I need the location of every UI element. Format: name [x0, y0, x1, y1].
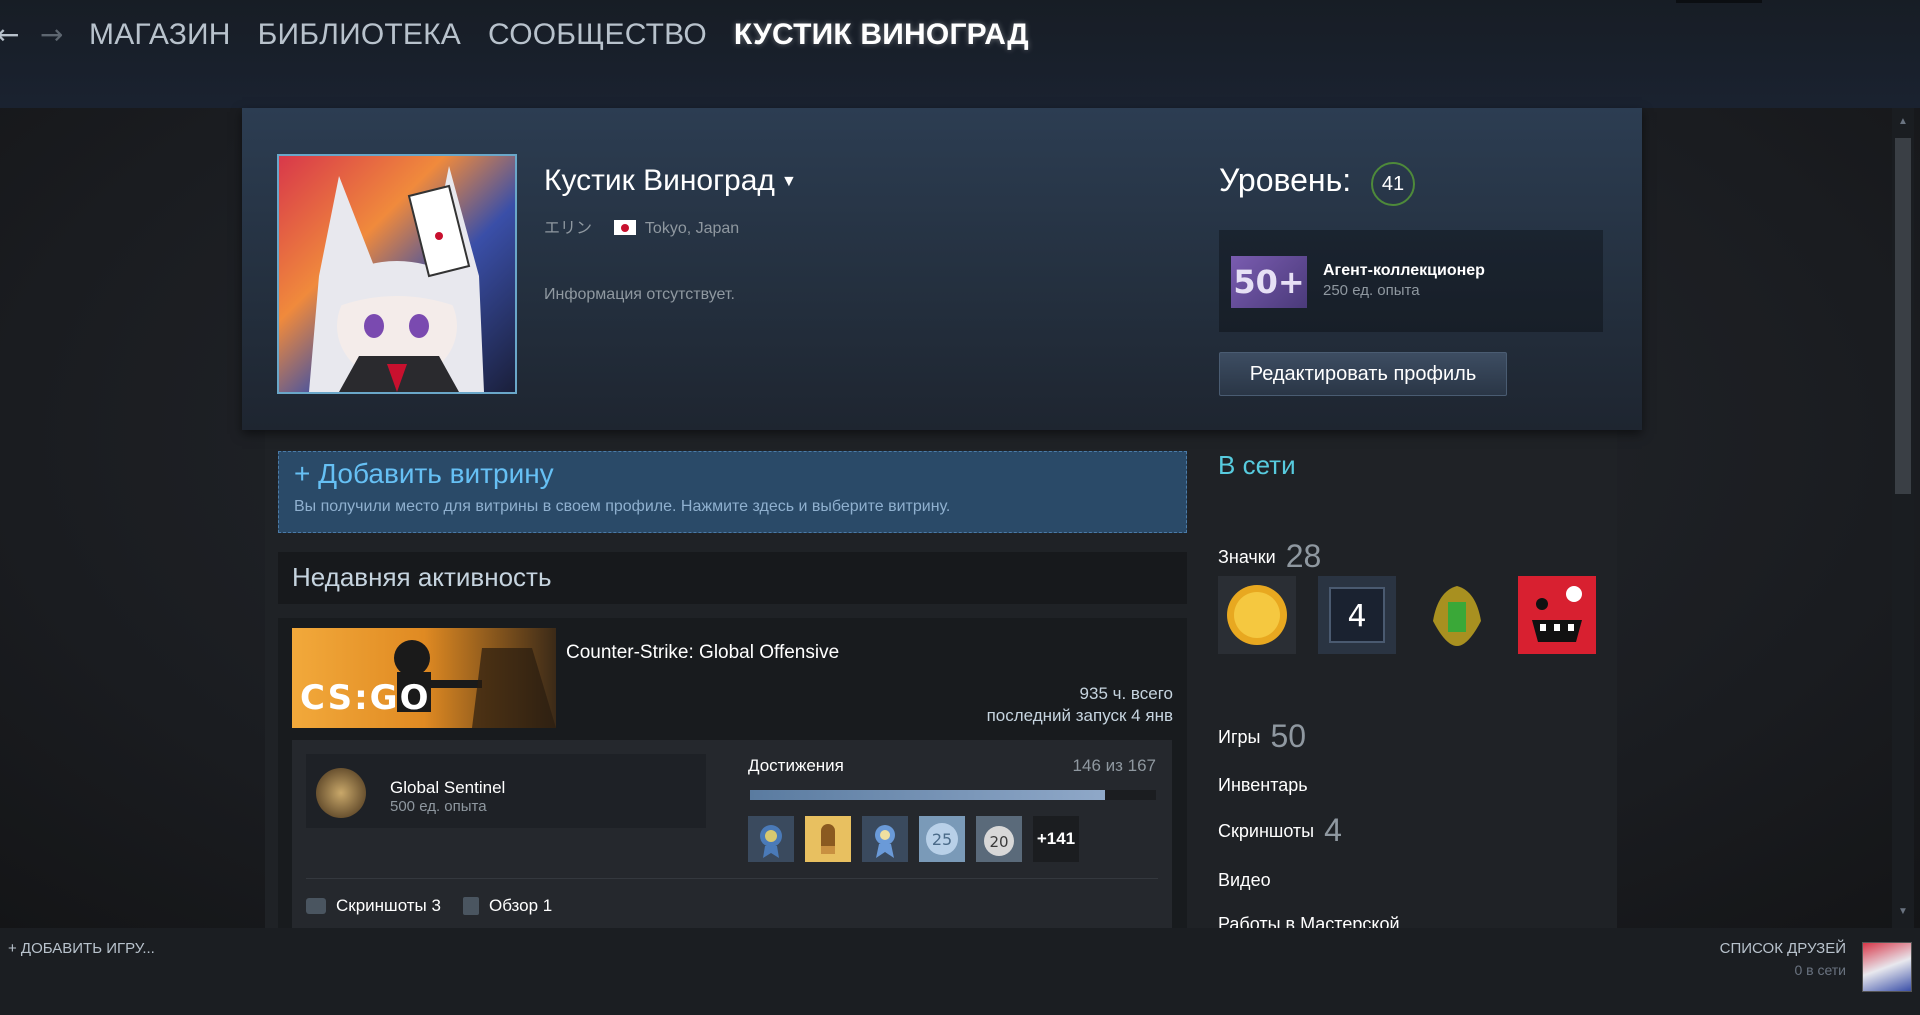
achievements-label[interactable]: Достижения	[748, 756, 844, 776]
nav-library[interactable]: БИБЛИОТЕКА	[258, 18, 461, 52]
achievements-progress-bar	[750, 790, 1156, 800]
level-badge[interactable]: 41	[1371, 162, 1415, 206]
profile-summary: Информация отсутствует.	[544, 286, 735, 303]
screenshots-link[interactable]: Скриншоты 4	[1218, 812, 1342, 849]
online-status: В сети	[1218, 450, 1296, 480]
nav-profile[interactable]: КУСТИК ВИНОГРАД	[734, 18, 1029, 52]
capsule-title: CS:GO	[300, 678, 431, 718]
recent-game-card: CS:GO Counter-Strike: Global Offensive 9…	[278, 618, 1187, 928]
nav-links: МАГАЗИН БИБЛИОТЕКА СООБЩЕСТВО КУСТИК ВИН…	[89, 18, 1029, 52]
add-showcase-description: Вы получили место для витрины в своем пр…	[294, 498, 951, 515]
favorite-badge-xp: 250 ед. опыта	[1323, 282, 1420, 299]
level-4-number: 4	[1347, 599, 1366, 634]
caret-down-icon[interactable]: ▼	[781, 173, 797, 190]
game-screenshots-label: Скриншоты 3	[336, 896, 441, 915]
level-4-badge-icon[interactable]: 4	[1318, 576, 1396, 654]
arrow-right-icon[interactable]: →	[40, 18, 63, 51]
game-footer-stats: Скриншоты 3 Обзор 1	[306, 896, 552, 916]
achievement-20-icon[interactable]: 20	[976, 816, 1022, 862]
achievement-bullet-icon[interactable]	[805, 816, 851, 862]
games-label: Игры	[1218, 727, 1261, 747]
game-badge-xp: 500 ед. опыта	[390, 798, 487, 815]
game-screenshots-link[interactable]: Скриншоты 3	[306, 896, 441, 916]
screenshots-count: 4	[1324, 812, 1342, 848]
screenshots-label: Скриншоты	[1218, 821, 1315, 841]
game-last-played: последний запуск 4 янв	[986, 706, 1173, 725]
edit-profile-button[interactable]: Редактировать профиль	[1219, 352, 1507, 396]
achievements-progress-fill	[750, 790, 1105, 800]
game-badge-name: Global Sentinel	[390, 778, 506, 797]
badges-link[interactable]: Значки 28	[1218, 538, 1321, 575]
nav-store[interactable]: МАГАЗИН	[89, 18, 231, 52]
scroll-thumb[interactable]	[1895, 138, 1911, 494]
achievement-medal-icon[interactable]	[748, 816, 794, 862]
real-name: エリン	[544, 220, 593, 237]
top-nav: ← → МАГАЗИН БИБЛИОТЕКА СООБЩЕСТВО КУСТИК…	[0, 0, 1920, 108]
top-strip	[1676, 0, 1762, 3]
japan-flag-icon	[614, 220, 637, 235]
more-achievements-button[interactable]: +141	[1033, 816, 1079, 862]
achievement-icons: 25 20 +141	[748, 816, 1079, 862]
game-capsule-image[interactable]: CS:GO	[292, 628, 556, 728]
recent-activity-header: Недавняя активность	[278, 552, 1187, 604]
avatar-art-icon	[279, 156, 515, 392]
gold-coin-badge-icon[interactable]	[1218, 576, 1296, 654]
inventory-link[interactable]: Инвентарь	[1218, 775, 1308, 796]
game-badge[interactable]: Global Sentinel 500 ед. опыта	[306, 754, 706, 828]
nav-community[interactable]: СООБЩЕСТВО	[488, 18, 707, 52]
friends-list-button[interactable]: СПИСОК ДРУЗЕЙ	[1720, 940, 1846, 957]
recent-activity-title: Недавняя активность	[292, 562, 552, 592]
achievements-count: 146 из 167	[1072, 756, 1156, 775]
workshop-link[interactable]: Работы в Мастерской	[1218, 914, 1400, 928]
videos-link[interactable]: Видео	[1218, 870, 1271, 891]
scroll-down-icon[interactable]: ▼	[1895, 904, 1911, 920]
game-name[interactable]: Counter-Strike: Global Offensive	[566, 642, 839, 664]
favorite-badge[interactable]: 50+ Агент-коллекционер 250 ед. опыта	[1219, 230, 1603, 332]
add-showcase-panel[interactable]: + Добавить витрину Вы получили место для…	[278, 451, 1187, 533]
games-link[interactable]: Игры 50	[1218, 718, 1306, 755]
svg-text:20: 20	[989, 833, 1008, 851]
add-game-button[interactable]: + ДОБАВИТЬ ИГРУ...	[8, 940, 155, 957]
game-details: Global Sentinel 500 ед. опыта Достижения…	[292, 740, 1172, 928]
real-name-line: エリン Tokyo, Japan	[544, 214, 739, 238]
friends-online-count: 0 в сети	[1794, 962, 1846, 978]
camera-icon	[306, 898, 326, 914]
details-divider	[306, 878, 1158, 879]
game-hours: 935 ч. всего	[1079, 684, 1173, 703]
add-showcase-title: + Добавить витрину	[294, 458, 554, 489]
favorite-badge-name: Агент-коллекционер	[1323, 262, 1485, 279]
badges-row: 4	[1218, 576, 1596, 654]
thumbs-up-icon	[462, 897, 479, 915]
collector-badge-icon: 50+	[1231, 256, 1307, 308]
badges-label: Значки	[1218, 547, 1276, 567]
scroll-up-icon[interactable]: ▲	[1895, 114, 1911, 130]
global-sentinel-badge-icon	[316, 768, 366, 818]
svg-text:25: 25	[932, 830, 952, 849]
meat-boy-badge-icon[interactable]	[1518, 576, 1596, 654]
games-count: 50	[1270, 718, 1307, 754]
game-reviews-link[interactable]: Обзор 1	[462, 896, 553, 916]
achievement-ribbon-icon[interactable]	[862, 816, 908, 862]
page-scrollbar[interactable]: ▲ ▼	[1892, 108, 1914, 928]
achievement-25-icon[interactable]: 25	[919, 816, 965, 862]
persona-name[interactable]: Кустик Виноград ▼	[544, 164, 797, 198]
arrow-left-icon[interactable]: ←	[0, 18, 19, 51]
badges-count: 28	[1285, 538, 1322, 574]
profile-header: Кустик Виноград ▼ エリン Tokyo, Japan Информ…	[242, 108, 1642, 430]
level-label: Уровень:	[1219, 162, 1352, 198]
bottom-bar: + ДОБАВИТЬ ИГРУ... СПИСОК ДРУЗЕЙ 0 в сет…	[0, 928, 1920, 1015]
friends-avatar[interactable]	[1862, 942, 1912, 992]
profile-avatar[interactable]	[277, 154, 517, 394]
location: Tokyo, Japan	[644, 220, 740, 237]
game-reviews-label: Обзор 1	[488, 896, 553, 915]
laurel-badge-icon[interactable]	[1418, 576, 1496, 654]
persona-name-text: Кустик Виноград	[544, 164, 775, 197]
